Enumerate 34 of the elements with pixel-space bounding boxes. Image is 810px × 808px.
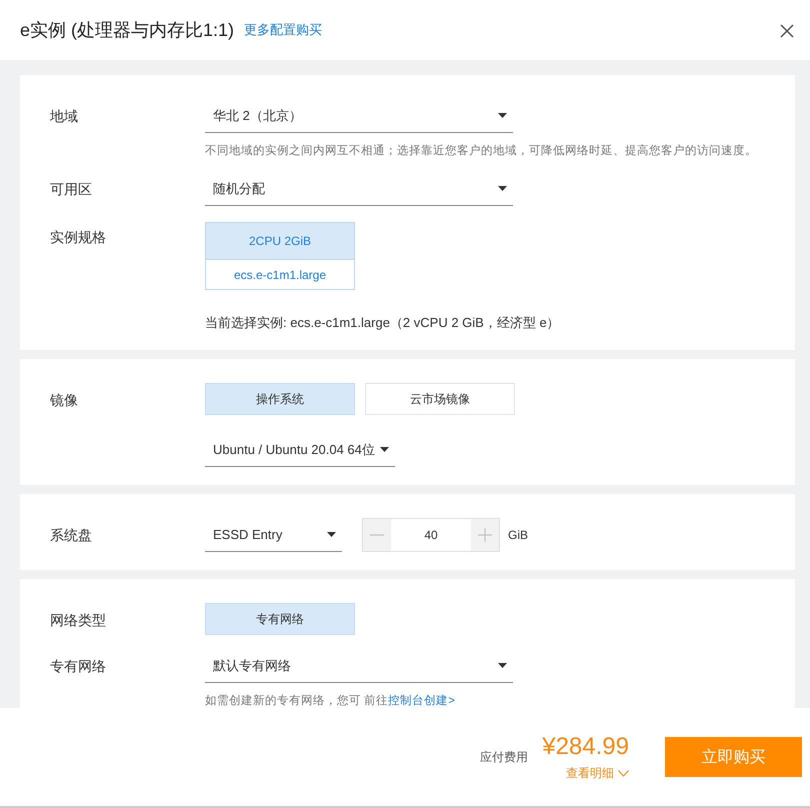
instance-spec-option[interactable]: 2CPU 2GiB ecs.e-c1m1.large xyxy=(205,222,355,290)
field-label: 专有网络 xyxy=(50,657,107,676)
field-label: 可用区 xyxy=(50,180,93,199)
field-label: 系统盘 xyxy=(50,526,93,545)
hint-text: 如需创建新的专有网络，您可 前往控制台创建> xyxy=(205,693,456,708)
option-tab[interactable]: 专有网络 xyxy=(205,603,355,635)
dialog-title: e实例 (处理器与内存比1:1) xyxy=(20,19,234,42)
more-config-link[interactable]: 更多配置购买 xyxy=(244,21,322,39)
select-field[interactable]: 随机分配 xyxy=(205,172,513,206)
field-label: 地域 xyxy=(50,107,79,126)
price-text: ¥284.99 xyxy=(542,732,629,760)
spec-name: ecs.e-c1m1.large xyxy=(232,266,328,284)
caret-icon xyxy=(380,447,389,452)
field-label: 实例规格 xyxy=(50,228,107,247)
fee-label: 应付费用 xyxy=(480,748,528,766)
hint-text: 不同地域的实例之间内网互不相通；选择靠近您客户的地域，可降低网络时延、提高您客户的访问速度。 xyxy=(205,143,757,158)
caret-icon xyxy=(498,113,507,118)
caret-icon xyxy=(327,532,336,537)
select-field[interactable]: 华北 2（北京） xyxy=(205,99,513,133)
field-label: 镜像 xyxy=(50,391,79,410)
select-field[interactable]: ESSD Entry xyxy=(205,518,342,552)
option-tab[interactable]: 云市场镜像 xyxy=(365,383,515,415)
unit-label: GiB xyxy=(508,528,528,542)
spec-title: 2CPU 2GiB xyxy=(206,223,354,260)
select-field[interactable]: 默认专有网络 xyxy=(205,649,513,683)
caret-icon xyxy=(498,186,507,191)
option-tab[interactable]: 操作系统 xyxy=(205,383,355,415)
current-selection-text: 当前选择实例: ecs.e-c1m1.large（2 vCPU 2 GiB，经济型 e） xyxy=(205,314,560,332)
select-field[interactable]: Ubuntu / Ubuntu 20.04 64位 xyxy=(205,433,395,467)
field-label: 网络类型 xyxy=(50,611,107,630)
close-icon[interactable] xyxy=(780,24,794,38)
chevron-down-icon xyxy=(618,770,629,776)
console-create-link[interactable]: 控制台创建> xyxy=(388,695,455,707)
caret-icon xyxy=(498,663,507,668)
